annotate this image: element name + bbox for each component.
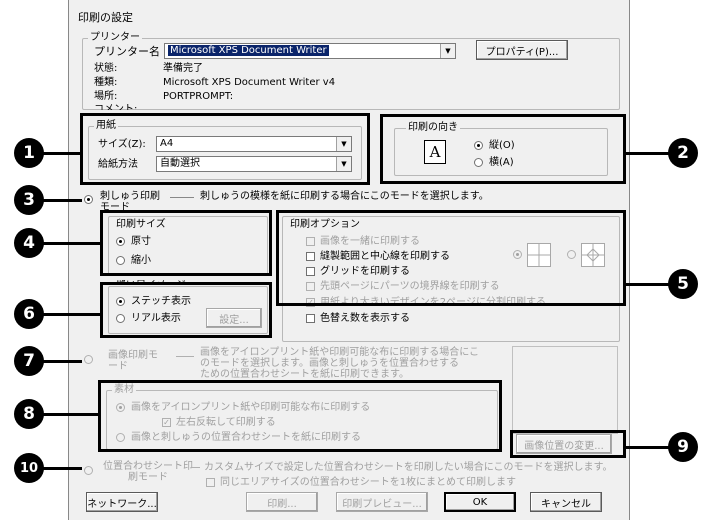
callout-badge-9: 9: [668, 432, 698, 462]
ok-button[interactable]: OK: [444, 492, 516, 512]
callout-badge-7: 7: [14, 346, 44, 376]
callout-frame-6: [100, 282, 272, 338]
leader-line-8: [42, 413, 100, 416]
combine-sheets-label: 同じエリアサイズの位置合わせシートを1枚にまとめて印刷します: [220, 477, 517, 488]
status-value: 準備完了: [163, 63, 203, 74]
location-label: 場所:: [94, 91, 118, 102]
mode-separator: [176, 356, 194, 357]
leader-line-5: [624, 283, 672, 286]
callout-badge-8: 8: [14, 399, 44, 429]
align-sheet-mode-radio[interactable]: [84, 466, 93, 475]
callout-frame-4: [100, 210, 272, 276]
option-label-5: 色替え数を表示する: [320, 313, 410, 324]
align-sheet-mode-desc: カスタムサイズで設定した位置合わせシートを印刷したい場合にこのモードを選択します…: [204, 462, 613, 473]
leader-line-4: [42, 242, 102, 245]
callout-badge-5: 5: [668, 269, 698, 299]
combine-sheets-checkbox[interactable]: [206, 478, 215, 487]
callout-badge-10: 10: [14, 453, 44, 483]
callout-frame-2: [380, 114, 626, 184]
printer-name-value: Microsoft XPS Document Writer: [168, 45, 329, 56]
embroidery-mode-radio[interactable]: [84, 195, 93, 204]
image-mode-label: 画像印刷モード: [108, 350, 158, 372]
leader-line-1: [42, 152, 82, 155]
callout-badge-3: 3: [14, 185, 44, 215]
network-button[interactable]: ネットワーク...: [86, 492, 158, 512]
properties-button[interactable]: プロパティ(P)...: [476, 40, 568, 60]
chevron-down-icon[interactable]: ▼: [440, 44, 455, 58]
cancel-button[interactable]: キャンセル: [530, 492, 602, 512]
callout-frame-5: [276, 210, 626, 306]
print-button[interactable]: 印刷...: [246, 492, 318, 512]
callout-badge-6: 6: [14, 299, 44, 329]
comment-label: コメント:: [94, 104, 138, 110]
printer-legend: プリンター: [88, 32, 142, 44]
leader-line-7: [42, 360, 82, 363]
option-checkbox-5[interactable]: [306, 314, 315, 323]
location-value: PORTPROMPT:: [163, 91, 234, 102]
status-label: 状態:: [94, 63, 118, 74]
image-preview-box: [512, 346, 618, 434]
type-label: 種類:: [94, 77, 118, 88]
type-value: Microsoft XPS Document Writer v4: [163, 77, 336, 88]
image-mode-radio[interactable]: [84, 355, 93, 364]
mode-separator: [192, 467, 200, 468]
leader-line-6: [42, 313, 102, 316]
embroidery-mode-desc: 刺しゅうの模様を紙に印刷する場合にこのモードを選択します。: [200, 191, 489, 202]
callout-badge-2: 2: [668, 138, 698, 168]
leader-line-9: [624, 446, 672, 449]
printer-name-label: プリンター名: [94, 45, 160, 58]
align-sheet-mode-label: 位置合わせシート印刷モード: [103, 461, 193, 483]
mode-separator: [170, 197, 194, 198]
leader-line-10: [42, 467, 82, 470]
callout-frame-9: [510, 430, 626, 458]
callout-badge-4: 4: [14, 228, 44, 258]
callout-frame-1: [80, 113, 370, 185]
leader-line-2: [624, 152, 672, 155]
print-preview-button[interactable]: 印刷プレビュー...: [336, 492, 428, 512]
callout-frame-8: [98, 380, 502, 452]
leader-line-3: [42, 199, 82, 202]
printer-name-select[interactable]: Microsoft XPS Document Writer ▼: [164, 43, 456, 59]
callout-badge-1: 1: [14, 138, 44, 168]
dialog-title: 印刷の設定: [78, 11, 133, 24]
